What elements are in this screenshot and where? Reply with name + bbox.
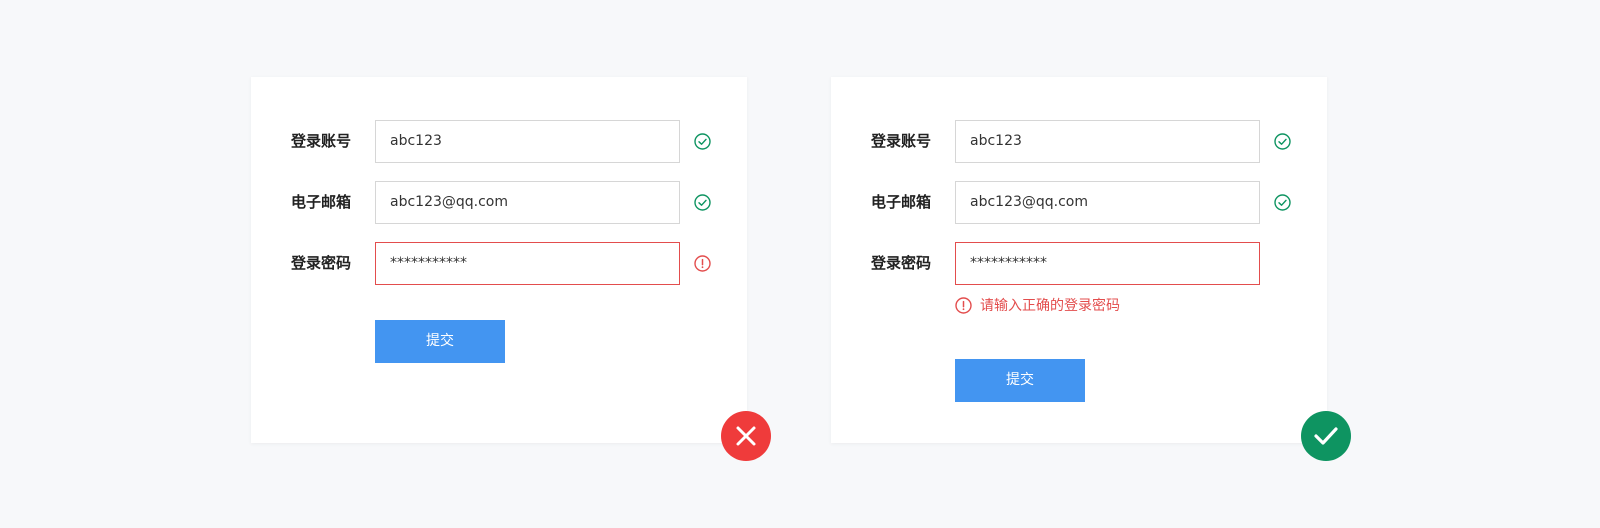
form-row-account: 登录账号 abc123 [831,120,1327,163]
form-row-password: 登录密码 *********** [251,242,747,285]
email-label: 电子邮箱 [291,193,352,211]
wrong-badge [721,411,771,461]
form-row-email: 电子邮箱 abc123@qq.com [251,181,747,224]
form-card-good-example: 登录账号 abc123 电子邮箱 abc123@qq.com 登录密码 ****… [831,77,1327,443]
account-input[interactable]: abc123 [955,120,1260,163]
password-input[interactable]: *********** [375,242,680,285]
cross-icon [736,426,756,446]
check-circle-icon [1274,133,1291,150]
form-row-email: 电子邮箱 abc123@qq.com [831,181,1327,224]
password-label: 登录密码 [291,254,352,272]
alert-circle-icon [694,255,711,272]
account-input[interactable]: abc123 [375,120,680,163]
password-label: 登录密码 [871,254,932,272]
check-circle-icon [1274,194,1291,211]
account-label: 登录账号 [291,132,352,150]
form-row-password: 登录密码 *********** [831,242,1327,285]
check-icon [1314,427,1338,445]
right-badge [1301,411,1351,461]
submit-button[interactable]: 提交 [375,320,505,363]
password-input[interactable]: *********** [955,242,1260,285]
error-message-text: 请输入正确的登录密码 [980,298,1120,314]
email-input[interactable]: abc123@qq.com [375,181,680,224]
form-row-account: 登录账号 abc123 [251,120,747,163]
password-error-message: 请输入正确的登录密码 [955,295,1120,315]
email-label: 电子邮箱 [871,193,932,211]
account-label: 登录账号 [871,132,932,150]
check-circle-icon [694,194,711,211]
email-input[interactable]: abc123@qq.com [955,181,1260,224]
check-circle-icon [694,133,711,150]
submit-button[interactable]: 提交 [955,359,1085,402]
form-card-bad-example: 登录账号 abc123 电子邮箱 abc123@qq.com 登录密码 ****… [251,77,747,443]
alert-circle-icon [955,296,972,314]
